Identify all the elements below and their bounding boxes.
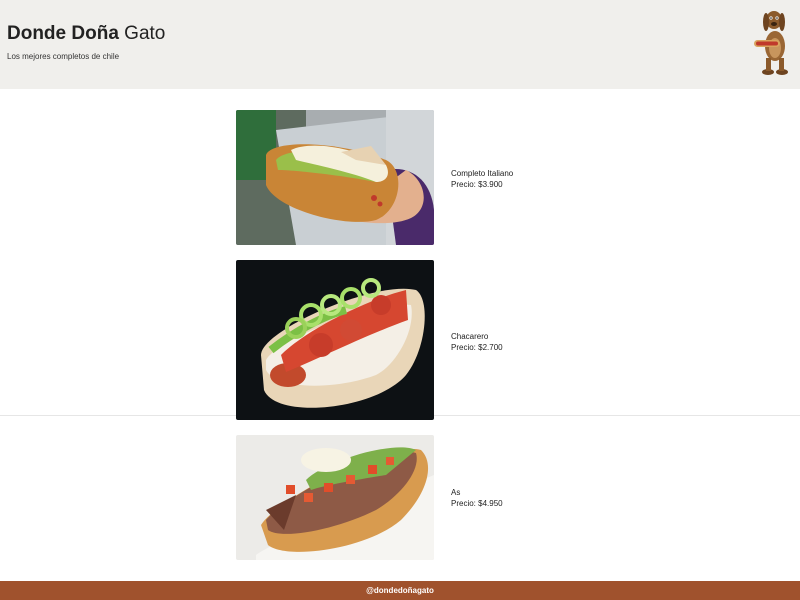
as-photo [236, 435, 434, 560]
menu-item-price: Precio: $2.700 [451, 343, 503, 352]
menu-item-info: As Precio: $4.950 [451, 487, 503, 509]
menu-item-price: Precio: $4.950 [451, 499, 503, 508]
dog-holding-hotdog-icon [750, 8, 794, 76]
menu-item-name: Chacarero [451, 332, 489, 341]
social-handle-link[interactable]: @dondedoñagato [0, 581, 800, 600]
site-title-bold: Donde Doña [7, 23, 119, 44]
site-footer: @dondedoñagato [0, 581, 800, 600]
menu-item-name: Completo Italiano [451, 169, 514, 178]
menu-item-info: Completo Italiano Precio: $3.900 [451, 168, 513, 190]
completo-italiano-photo [236, 110, 434, 245]
menu-item-name: As [451, 488, 461, 497]
site-tagline: Los mejores completos de chile [7, 52, 120, 61]
menu-item-price: Precio: $3.900 [451, 180, 503, 189]
menu-item-info: Chacarero Precio: $2.700 [451, 331, 503, 353]
chacarero-photo [236, 260, 434, 420]
site-header: Donde Doña Gato Los mejores completos de… [0, 0, 800, 89]
site-title-regular: Gato [124, 23, 166, 44]
site-title[interactable]: Donde Doña Gato [7, 24, 165, 43]
